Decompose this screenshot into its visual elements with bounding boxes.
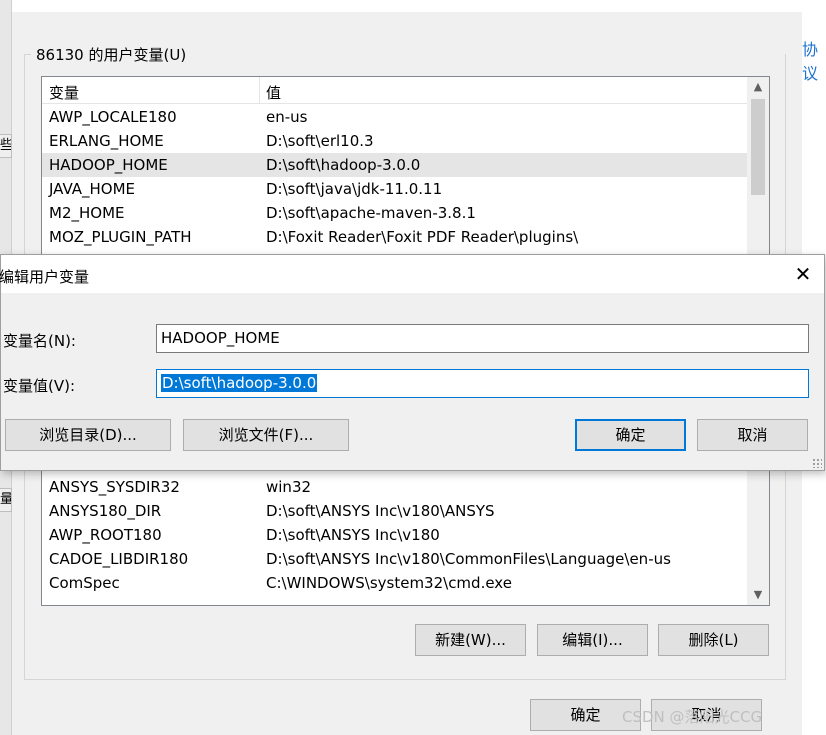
table-row[interactable]: ERLANG_HOME D:\soft\erl10.3 (42, 129, 747, 153)
column-header-variable[interactable]: 变量 (49, 82, 79, 103)
variable-name: AWP_ROOT180 (49, 526, 162, 544)
browse-directory-button[interactable]: 浏览目录(D)... (5, 419, 171, 451)
variable-name-label: 变量名(N): (3, 332, 76, 350)
resize-grip[interactable] (812, 458, 822, 468)
variable-name: MOZ_PLUGIN_PATH (49, 228, 192, 246)
left-edge-button-fragment[interactable]: 量 (0, 488, 12, 512)
variable-value: D:\soft\apache-maven-3.8.1 (266, 204, 476, 222)
variable-value: C:\WINDOWS\system32\cmd.exe (266, 574, 512, 592)
scroll-up-arrow-icon[interactable]: ▲ (747, 77, 769, 97)
dialog-ok-button[interactable]: 确定 (575, 419, 686, 451)
variable-value: win32 (266, 478, 312, 496)
variable-name: ANSYS180_DIR (49, 502, 162, 520)
environment-variables-titlebar (12, 0, 802, 12)
dialog-title: 编辑用户变量 (0, 268, 90, 286)
variable-name: ComSpec (49, 574, 120, 592)
watermark: CSDN @落阳光CCG (622, 708, 763, 726)
browse-file-button[interactable]: 浏览文件(F)... (183, 419, 349, 451)
variable-value: D:\soft\hadoop-3.0.0 (266, 156, 421, 174)
selected-text: D:\soft\hadoop-3.0.0 (161, 374, 318, 392)
edit-user-variable-dialog: 编辑用户变量 ✕ 变量名(N): HADOOP_HOME 变量值(V): D:\… (0, 254, 825, 471)
variable-value: D:\soft\ANSYS Inc\v180\ANSYS (266, 502, 495, 520)
scroll-down-arrow-icon[interactable]: ▼ (747, 585, 769, 605)
variable-name: CADOE_LIBDIR180 (49, 550, 189, 568)
table-row[interactable]: MOZ_PLUGIN_PATH D:\Foxit Reader\Foxit PD… (42, 225, 747, 249)
variable-value: en-us (266, 108, 308, 126)
close-icon[interactable]: ✕ (790, 261, 816, 287)
variable-name-field[interactable]: HADOOP_HOME (156, 324, 809, 353)
variable-value-field[interactable]: D:\soft\hadoop-3.0.0 (156, 369, 809, 398)
table-row[interactable]: JAVA_HOME D:\soft\java\jdk-11.0.11 (42, 177, 747, 201)
table-row[interactable]: CADOE_LIBDIR180 D:\soft\ANSYS Inc\v180\C… (42, 547, 747, 571)
variable-value: D:\soft\ANSYS Inc\v180\CommonFiles\Langu… (266, 550, 671, 568)
table-row[interactable]: ANSYS_SYSDIR32 win32 (42, 475, 747, 499)
variable-name: ANSYS_SYSDIR32 (49, 478, 180, 496)
table-row[interactable]: ComSpec C:\WINDOWS\system32\cmd.exe (42, 571, 747, 595)
table-row[interactable]: AWP_ROOT180 D:\soft\ANSYS Inc\v180 (42, 523, 747, 547)
variable-name: HADOOP_HOME (49, 156, 168, 174)
user-variables-group-label: 86130 的用户变量(U) (34, 44, 189, 65)
column-separator[interactable] (259, 77, 260, 104)
table-row[interactable]: M2_HOME D:\soft\apache-maven-3.8.1 (42, 201, 747, 225)
table-row-selected[interactable]: HADOOP_HOME D:\soft\hadoop-3.0.0 (42, 153, 747, 177)
variable-name: M2_HOME (49, 204, 125, 222)
dialog-titlebar[interactable]: 编辑用户变量 ✕ (0, 255, 824, 293)
edit-variable-button[interactable]: 编辑(I)... (537, 624, 648, 656)
scrollbar-thumb[interactable] (751, 99, 765, 195)
delete-variable-button[interactable]: 删除(L) (658, 624, 769, 656)
variable-value-label: 变量值(V): (3, 377, 76, 395)
column-header-value[interactable]: 值 (266, 82, 281, 103)
table-row[interactable]: AWP_LOCALE180 en-us (42, 105, 747, 129)
dialog-cancel-button[interactable]: 取消 (697, 419, 808, 451)
variable-value: D:\soft\erl10.3 (266, 132, 374, 150)
table-row[interactable]: ANSYS180_DIR D:\soft\ANSYS Inc\v180\ANSY… (42, 499, 747, 523)
variable-name: AWP_LOCALE180 (49, 108, 177, 126)
agreement-link[interactable]: 协议 (802, 36, 826, 84)
new-variable-button[interactable]: 新建(W)... (415, 624, 526, 656)
variable-value: D:\Foxit Reader\Foxit PDF Reader\plugins… (266, 228, 579, 246)
variable-name: JAVA_HOME (49, 180, 136, 198)
left-edge-button-fragment[interactable]: 些 (0, 134, 12, 158)
variable-value: D:\soft\ANSYS Inc\v180 (266, 526, 440, 544)
variable-value: D:\soft\java\jdk-11.0.11 (266, 180, 443, 198)
list-header: 变量 值 (42, 77, 747, 104)
variable-name: ERLANG_HOME (49, 132, 164, 150)
